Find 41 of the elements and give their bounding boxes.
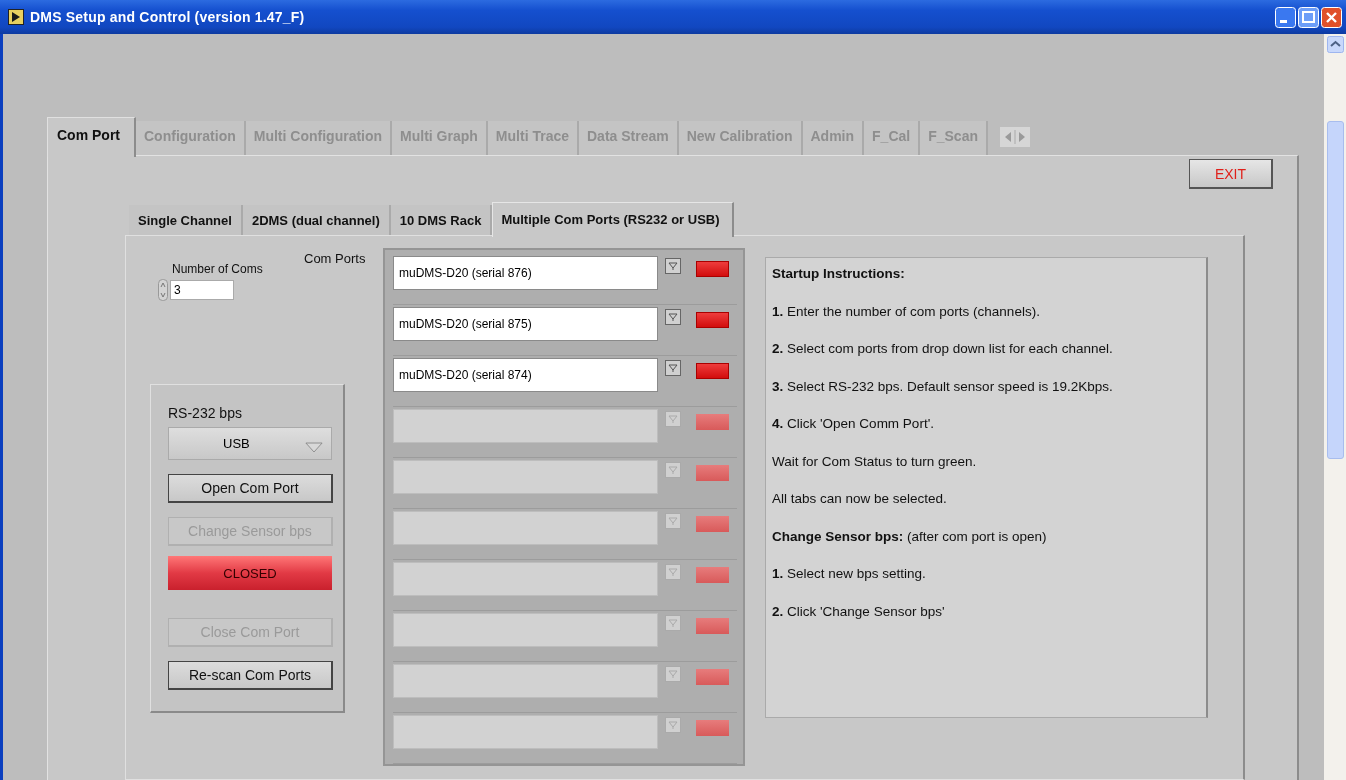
dropdown-icon[interactable] bbox=[665, 360, 681, 376]
minimize-icon[interactable] bbox=[1275, 6, 1296, 28]
bps-value: USB bbox=[223, 436, 250, 451]
bps-dropdown[interactable]: USB bbox=[168, 427, 332, 460]
bps-label: RS-232 bps bbox=[168, 405, 243, 421]
instruction-text: 3. Select RS-232 bps. Default sensor speed is 19.2Kbps. bbox=[772, 377, 1114, 396]
com-ports-label: Com Ports bbox=[303, 250, 367, 268]
instruction-text: 1. Enter the number of com ports (channels). bbox=[772, 302, 1041, 321]
instruction-text: 2. Select com ports from drop down list for each channel. bbox=[772, 340, 1114, 358]
tab[interactable]: Com Port bbox=[47, 117, 136, 157]
tab[interactable]: 10 DMS Rack bbox=[390, 205, 493, 235]
maximize-icon[interactable] bbox=[1298, 6, 1319, 28]
tab[interactable]: 2DMS (dual channel) bbox=[242, 205, 391, 235]
tab[interactable]: Single Channel bbox=[129, 205, 243, 235]
close-icon[interactable] bbox=[1321, 6, 1342, 28]
button[interactable]: Open Com Port bbox=[168, 474, 333, 503]
com-port-field[interactable]: muDMS-D20 (serial 875) bbox=[393, 307, 658, 341]
scrollbar[interactable] bbox=[1324, 34, 1346, 780]
dropdown-icon[interactable] bbox=[665, 258, 681, 274]
scroll-thumb[interactable] bbox=[1326, 121, 1344, 459]
instruction-text: All tabs can now be selected. bbox=[772, 490, 948, 508]
instruction-text: Wait for Com Status to turn green. bbox=[772, 452, 978, 471]
number-of-coms-field[interactable]: 3 bbox=[170, 280, 234, 300]
window-title: DMS Setup and Control (version 1.47_F) bbox=[30, 9, 305, 25]
instruction-text: Change Sensor bps: (after com port is open) bbox=[772, 527, 1048, 546]
stepper-icon[interactable] bbox=[158, 279, 168, 301]
button[interactable]: Re-scan Com Ports bbox=[168, 661, 333, 690]
status-indicator: CLOSED bbox=[168, 556, 332, 590]
instruction-text: 4. Click 'Open Comm Port'. bbox=[772, 415, 935, 433]
instruction-text: Startup Instructions: bbox=[772, 265, 906, 283]
number-of-coms-label: Number of Coms bbox=[171, 262, 264, 276]
tab[interactable]: Multiple Com Ports (RS232 or USB) bbox=[492, 202, 734, 237]
com-port-field[interactable]: muDMS-D20 (serial 876) bbox=[393, 256, 658, 290]
instruction-text: 1. Select new bps setting. bbox=[772, 565, 927, 583]
app-icon bbox=[8, 9, 24, 25]
dropdown-icon[interactable] bbox=[665, 309, 681, 325]
tab-scroll-arrows-icon[interactable] bbox=[1000, 127, 1030, 147]
instruction-text: 2. Click 'Change Sensor bps' bbox=[772, 602, 946, 621]
caret-icon bbox=[305, 442, 323, 453]
com-port-field[interactable]: muDMS-D20 (serial 874) bbox=[393, 358, 658, 392]
scroll-up-icon[interactable] bbox=[1326, 36, 1344, 53]
